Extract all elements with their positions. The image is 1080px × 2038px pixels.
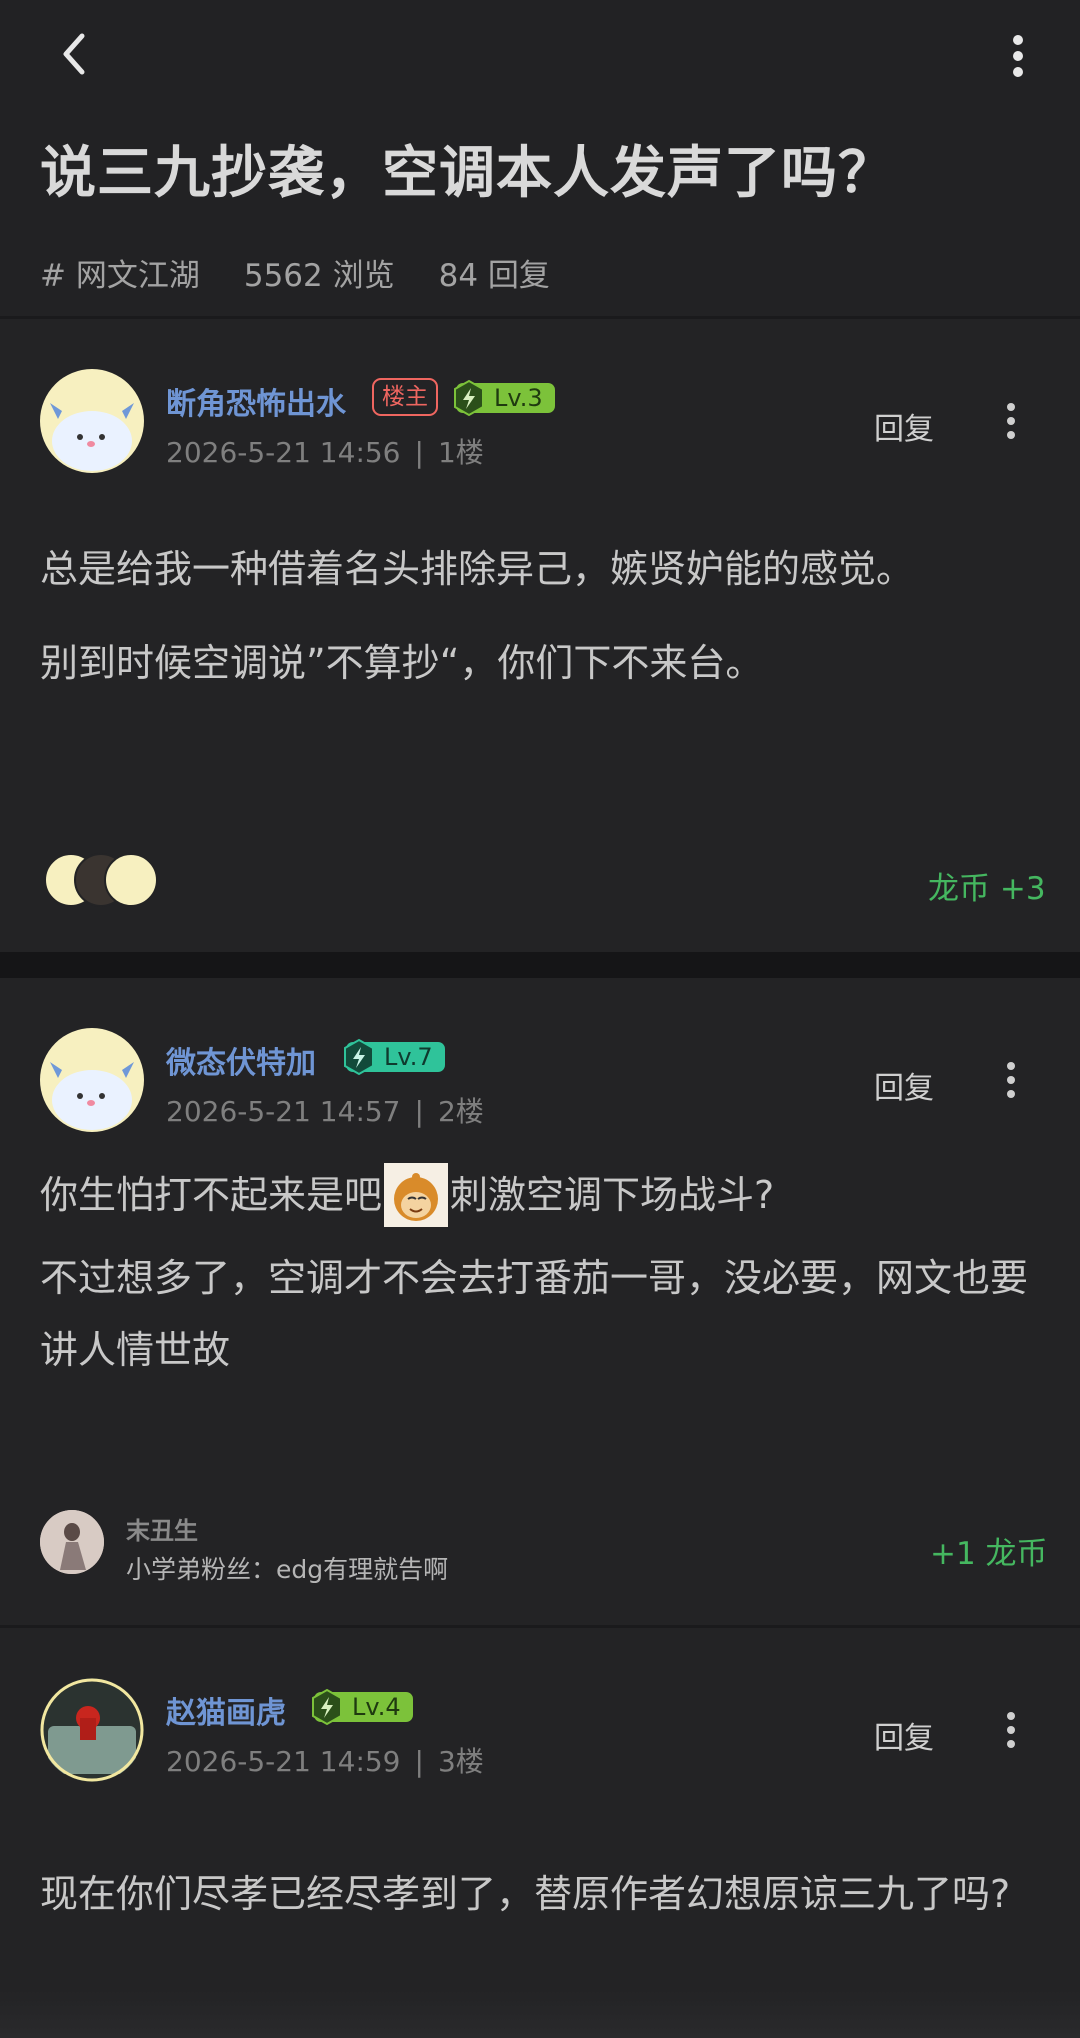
content-line: 总是给我一种借着名头排除异己，嫉贤妒能的感觉。 xyxy=(40,547,915,591)
host-badge: 楼主 xyxy=(372,378,438,416)
avatar[interactable] xyxy=(40,1510,104,1574)
thread-title: 说三九抄袭，空调本人发声了吗？ xyxy=(40,141,895,206)
username[interactable]: 断角恐怖出水 xyxy=(166,379,346,423)
avatar[interactable] xyxy=(40,1678,144,1782)
lightning-icon xyxy=(454,379,484,417)
reward-label[interactable]: +1 龙币 xyxy=(930,1528,1048,1573)
sub-reply-text: 小学弟粉丝：edg有理就告啊 xyxy=(126,1555,449,1584)
more-vertical-icon xyxy=(1007,1062,1015,1098)
more-vertical-icon xyxy=(1007,403,1015,439)
post-content: 总是给我一种借着名头排除异己，嫉贤妒能的感觉。 别到时候空调说”不算抄“，你们下… xyxy=(40,522,1040,710)
chevron-left-icon xyxy=(63,33,85,75)
content-line: 现在你们尽孝已经尽孝到了，替原作者幻想原谅三九了吗? xyxy=(40,1872,1011,1916)
avatar[interactable] xyxy=(40,1028,144,1132)
bottom-fade xyxy=(0,1990,1080,2038)
avatar[interactable] xyxy=(40,369,144,473)
content-line: 你生怕打不起来是吧 刺激空调下场战斗? xyxy=(40,1148,1040,1242)
avatar xyxy=(104,853,158,907)
view-count: 5562 浏览 xyxy=(243,258,395,294)
more-vertical-icon xyxy=(1007,1712,1015,1748)
level-badge: Lv.4 xyxy=(312,1688,413,1726)
reward-avatars[interactable] xyxy=(44,853,164,907)
more-vertical-icon xyxy=(1013,35,1023,77)
content-line: 不过想多了，空调才不会去打番茄一哥，没必要，网文也要讲人情世故 xyxy=(40,1256,1029,1372)
post-date: 2026-5-21 14:56 | 1楼 xyxy=(166,436,484,469)
reply-button[interactable]: 回复 xyxy=(874,1713,934,1757)
post-2: 微态伏特加 Lv.7 2026-5-21 14:57 | 2楼 回复 你生怕打不起来… xyxy=(0,978,1080,1625)
back-button[interactable] xyxy=(52,28,96,80)
post-1: 断角恐怖出水 楼主 Lv.3 2026-5-21 14:56 | 1楼 回复 总是给… xyxy=(0,319,1080,952)
post-more-button[interactable] xyxy=(996,1706,1026,1754)
reply-button[interactable]: 回复 xyxy=(874,1063,934,1107)
sub-reply-name[interactable]: 末丑生 xyxy=(126,1511,198,1546)
post-content: 你生怕打不起来是吧 刺激空调下场战斗? 不过想多了，空调才不会去打番茄一哥，没必… xyxy=(40,1148,1040,1386)
level-badge: Lv.7 xyxy=(344,1038,445,1076)
lightning-icon xyxy=(344,1038,374,1076)
topic-tag[interactable]: # 网文江湖 xyxy=(40,250,200,295)
post-date: 2026-5-21 14:57 | 2楼 xyxy=(166,1095,484,1128)
monkey-emoji-icon xyxy=(384,1163,449,1227)
level-badge: Lv.3 xyxy=(454,379,555,417)
username[interactable]: 微态伏特加 xyxy=(166,1038,316,1082)
post-content: 现在你们尽孝已经尽孝到了，替原作者幻想原谅三九了吗? xyxy=(40,1860,1040,1928)
top-bar xyxy=(0,0,1080,110)
section-divider xyxy=(0,952,1080,978)
post-more-button[interactable] xyxy=(996,1056,1026,1104)
thread-meta: # 网文江湖 5562 浏览 84 回复 xyxy=(40,250,550,295)
post-date: 2026-5-21 14:59 | 3楼 xyxy=(166,1745,484,1778)
more-menu-button[interactable] xyxy=(1000,26,1036,86)
reward-label[interactable]: 龙币 +3 xyxy=(928,863,1046,908)
reply-count: 84 回复 xyxy=(438,258,550,294)
post-3: 赵猫画虎 Lv.4 2026-5-21 14:59 | 3楼 回复 现在你们尽孝已经… xyxy=(0,1628,1080,2038)
lightning-icon xyxy=(312,1688,342,1726)
content-line: 别到时候空调说”不算抄“，你们下不来台。 xyxy=(40,641,764,685)
username[interactable]: 赵猫画虎 xyxy=(166,1688,286,1732)
post-more-button[interactable] xyxy=(996,397,1026,445)
reply-button[interactable]: 回复 xyxy=(874,404,934,448)
